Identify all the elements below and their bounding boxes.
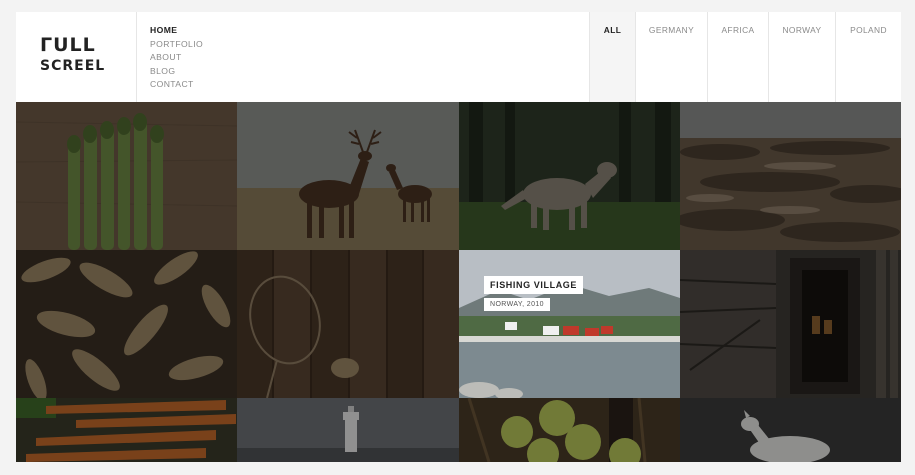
filter-bar: ALL GERMANY AFRICA NORWAY POLAND: [589, 12, 901, 102]
gallery-item-asparagus[interactable]: [16, 102, 237, 250]
nav-item-about[interactable]: ABOUT: [150, 51, 203, 65]
site: ΓULL SCREEL HOME PORTFOLIO ABOUT BLOG CO…: [16, 12, 901, 462]
gallery-item-carrots[interactable]: [16, 398, 237, 462]
main-nav: HOME PORTFOLIO ABOUT BLOG CONTACT: [150, 24, 203, 92]
filter-poland[interactable]: POLAND: [835, 12, 901, 102]
logo-cell: ΓULL SCREEL: [16, 12, 137, 102]
logo-line-1: ΓULL: [40, 34, 96, 56]
filter-norway[interactable]: NORWAY: [768, 12, 835, 102]
gallery-item-apples[interactable]: [459, 398, 680, 462]
nav-item-blog[interactable]: BLOG: [150, 65, 203, 79]
nav-item-portfolio[interactable]: PORTFOLIO: [150, 38, 203, 52]
logo[interactable]: ΓULL SCREEL: [40, 36, 112, 76]
gallery-item-dried-leaves[interactable]: [16, 250, 237, 398]
gallery-item-deer[interactable]: [237, 102, 459, 250]
caption-subtitle: NORWAY, 2010: [484, 298, 550, 311]
logo-line-2: SCREEL: [40, 58, 106, 74]
gallery-item-lighthouse[interactable]: [237, 398, 459, 462]
filter-all[interactable]: ALL: [589, 12, 635, 102]
header: ΓULL SCREEL HOME PORTFOLIO ABOUT BLOG CO…: [16, 12, 901, 103]
filter-germany[interactable]: GERMANY: [635, 12, 707, 102]
nav-item-contact[interactable]: CONTACT: [150, 78, 203, 92]
portfolio-grid: FISHING VILLAGE NORWAY, 2010: [16, 102, 901, 462]
gallery-item-old-shack[interactable]: [680, 250, 901, 398]
gallery-item-wooden-wall[interactable]: [237, 250, 459, 398]
nav-item-home[interactable]: HOME: [150, 24, 203, 38]
gallery-item-wolf[interactable]: [459, 102, 680, 250]
caption-title[interactable]: FISHING VILLAGE: [484, 276, 584, 294]
gallery-item-rocky-coast[interactable]: [680, 102, 901, 250]
gallery-item-fishing-village[interactable]: FISHING VILLAGE NORWAY, 2010: [459, 250, 680, 398]
gallery-item-white-wolf[interactable]: [680, 398, 901, 462]
filter-africa[interactable]: AFRICA: [707, 12, 768, 102]
